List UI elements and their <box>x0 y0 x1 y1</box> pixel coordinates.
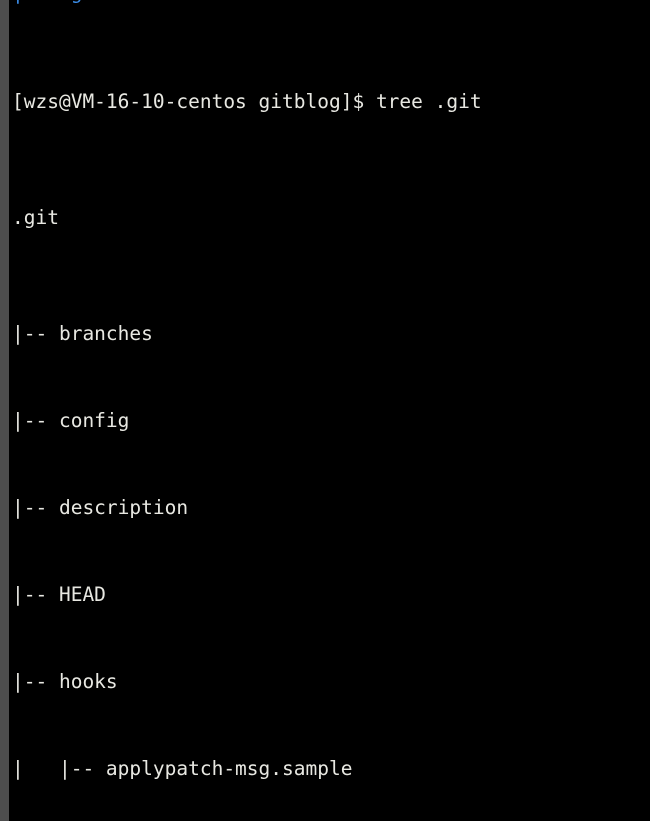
command-line: [wzs@VM-16-10-centos gitblog]$ tree .git <box>12 87 650 116</box>
tree-line: | |-- applypatch-msg.sample <box>12 757 353 780</box>
tree-line: |-- config <box>12 409 130 432</box>
tree-root: .git <box>12 206 59 229</box>
scrollbar[interactable] <box>0 0 9 821</box>
tree-line: |-- HEAD <box>12 583 106 606</box>
tree-line: |-- description <box>12 496 189 519</box>
terminal-output: [wzs@VM-16-10-centos gitblog]$ tree .git… <box>12 0 650 821</box>
command-text: tree .git <box>364 90 482 113</box>
tree-line: |-- branches <box>12 322 153 345</box>
shell-prompt: [wzs@VM-16-10-centos gitblog]$ <box>12 90 365 113</box>
tree-line: |-- hooks <box>12 670 118 693</box>
terminal-window[interactable]: |-- .git [wzs@VM-16-10-centos gitblog]$ … <box>0 0 650 821</box>
